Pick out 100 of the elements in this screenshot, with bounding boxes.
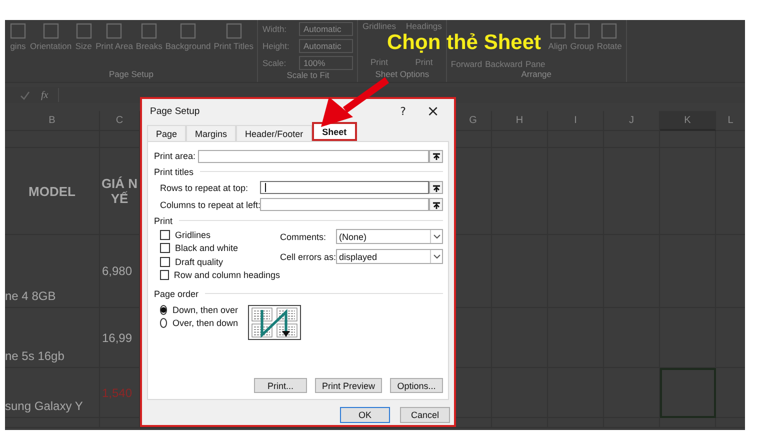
radio-button[interactable] <box>160 304 168 315</box>
help-button[interactable]: ? <box>388 101 418 121</box>
close-button[interactable]: × <box>418 101 448 121</box>
ribbon-button[interactable]: Group <box>570 22 594 69</box>
ribbon-button[interactable]: Size <box>74 22 93 69</box>
ribbon-group-label: Page Setup <box>108 69 154 81</box>
ribbon-field[interactable]: Automatic <box>299 22 354 36</box>
field-label: Print area: <box>154 151 197 161</box>
column-header[interactable]: H <box>492 111 548 131</box>
up-arrow-icon <box>432 151 440 161</box>
input-field[interactable] <box>260 198 429 211</box>
page-icon <box>105 22 124 40</box>
ribbon-label: Height: <box>262 41 290 51</box>
dropdown[interactable]: (None) <box>336 229 443 244</box>
check-icon <box>19 90 31 100</box>
page-icon <box>9 22 27 40</box>
ribbon-button[interactable]: Breaks <box>136 22 162 69</box>
page-icon <box>179 22 198 40</box>
field-label: Rows to repeat at top: <box>160 182 250 192</box>
ribbon-button[interactable]: Print Area <box>96 22 133 69</box>
field-label: Cell errors as: <box>280 252 336 262</box>
section-heading: Page order <box>154 288 199 298</box>
dialog-button[interactable]: Print... <box>254 378 307 393</box>
column-header[interactable]: K <box>660 111 716 131</box>
table-cell: ne 5s 16gb <box>5 308 100 368</box>
annotation-text: Chọn thẻ Sheet <box>387 32 542 53</box>
ribbon-label: Gridlines <box>362 22 396 31</box>
ok-button[interactable]: OK <box>340 407 390 423</box>
chevron-down-icon <box>432 234 440 239</box>
ribbon-field[interactable]: 100% <box>299 56 354 70</box>
column-header[interactable]: B <box>5 111 100 131</box>
checkbox-label: Black and white <box>175 243 238 254</box>
dialog-button[interactable]: Print Preview <box>314 378 382 393</box>
dialog-title: Page Setup <box>150 106 201 116</box>
checkbox[interactable] <box>160 243 170 254</box>
ribbon-label: Print <box>369 58 389 67</box>
ribbon-button[interactable]: Backward <box>485 60 522 69</box>
ribbon-group-label: Sheet Options <box>374 69 430 81</box>
table-cell <box>604 308 660 368</box>
section-heading: Print <box>154 216 173 226</box>
cancel-button[interactable]: Cancel <box>400 407 450 423</box>
page-icon <box>224 22 243 40</box>
table-cell <box>604 368 660 418</box>
tab[interactable]: Margins <box>186 125 236 141</box>
ribbon-button[interactable]: Pane <box>525 60 546 69</box>
collapse-button[interactable] <box>429 150 443 162</box>
input-field[interactable] <box>260 181 429 194</box>
page-icon <box>600 22 618 40</box>
checkbox-label: Row and column headings <box>174 270 280 280</box>
section-heading: Print titles <box>154 166 194 176</box>
ribbon-button[interactable]: Print Titles <box>214 22 254 69</box>
column-header[interactable]: I <box>548 111 604 131</box>
checkbox[interactable] <box>160 270 169 280</box>
up-arrow-icon <box>432 200 440 210</box>
page-icon <box>573 22 592 40</box>
radio-button[interactable] <box>160 318 168 328</box>
tab[interactable]: Sheet <box>312 122 357 141</box>
tab[interactable]: Header/Footer <box>236 125 312 141</box>
table-cell: sung Galaxy Y <box>5 368 100 418</box>
dialog-button[interactable]: Options... <box>390 378 443 393</box>
field-label: Columns to repeat at left: <box>160 200 260 210</box>
ribbon-button[interactable]: Rotate <box>596 22 622 69</box>
page-icon <box>548 22 567 40</box>
ribbon-button[interactable]: Orientation <box>30 22 72 69</box>
chevron-down-icon <box>432 254 440 259</box>
input-field[interactable] <box>198 150 429 162</box>
page-icon <box>140 22 158 40</box>
active-cell[interactable] <box>660 368 716 418</box>
function-button[interactable]: fx <box>41 90 48 100</box>
dropdown[interactable]: displayed <box>336 249 443 264</box>
text-cursor <box>265 183 266 192</box>
ribbon-field[interactable]: Automatic <box>299 39 354 53</box>
field-label: Comments: <box>280 232 328 242</box>
page-icon <box>42 22 60 40</box>
ribbon-button[interactable]: Align <box>548 22 568 69</box>
table-cell: ne 4 8GB <box>5 235 100 308</box>
radio-label: Over, then down <box>172 318 238 328</box>
table-cell <box>660 308 716 368</box>
tab[interactable]: Page <box>147 125 186 141</box>
collapse-button[interactable] <box>429 181 443 194</box>
ribbon-button[interactable]: Forward <box>450 60 482 69</box>
page-icon <box>74 22 93 40</box>
radio-label: Down, then over <box>172 304 238 315</box>
checkbox[interactable] <box>160 230 170 240</box>
ribbon-group-label: Arrange <box>520 69 553 81</box>
checkbox-label: Gridlines <box>175 230 211 240</box>
column-header[interactable]: L <box>716 111 745 131</box>
checkbox[interactable] <box>160 256 170 267</box>
ribbon-label: Print <box>414 58 434 67</box>
ribbon-button[interactable]: Background <box>165 22 211 69</box>
page-order-drawing <box>248 305 301 340</box>
checkbox-label: Draft quality <box>175 256 224 267</box>
ribbon-button[interactable]: gins <box>9 22 27 69</box>
ribbon-label: Scale: <box>262 58 288 68</box>
ribbon-label: Width: <box>262 24 288 34</box>
table-cell: MODEL <box>5 148 100 235</box>
ribbon-group-label: Scale to Fit <box>286 70 330 82</box>
up-arrow-icon <box>432 182 440 192</box>
collapse-button[interactable] <box>429 198 443 211</box>
ribbon-label: Headings <box>406 22 442 31</box>
